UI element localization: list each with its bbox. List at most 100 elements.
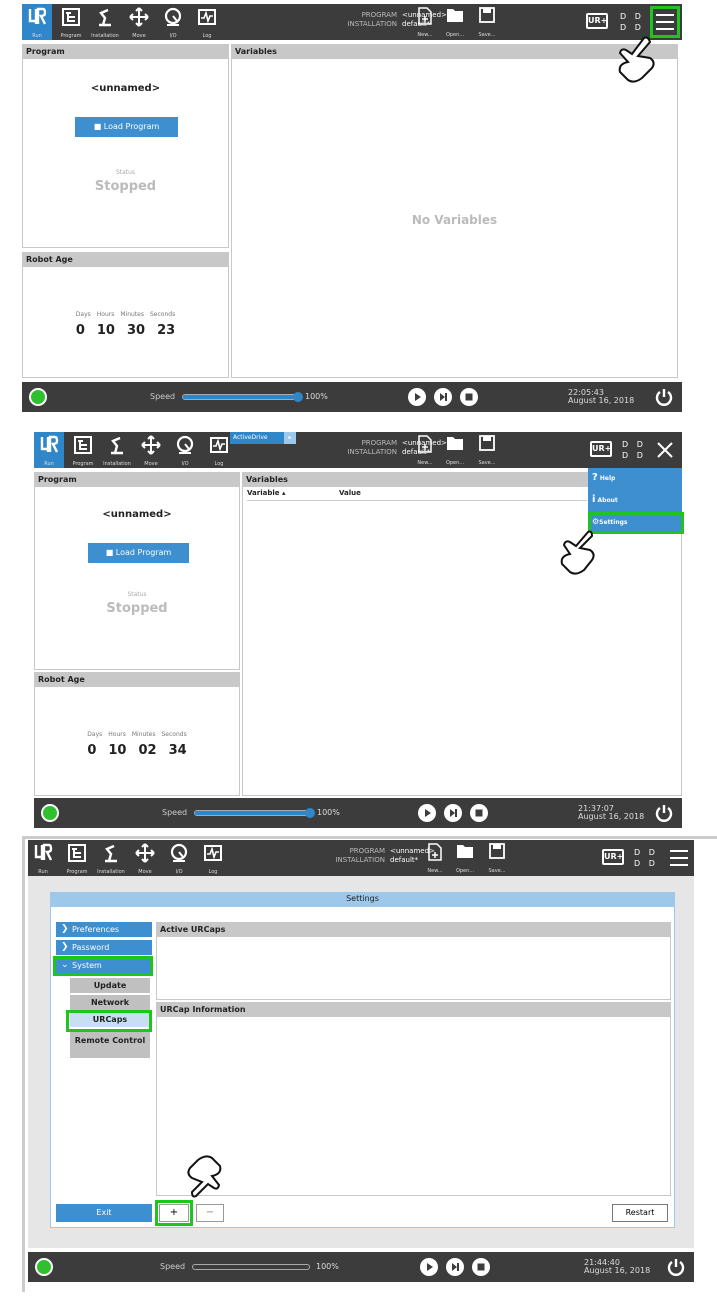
tab-installation[interactable]: Installation (102, 432, 132, 468)
move-arrows-icon (129, 7, 149, 27)
hamburger-menu-icon[interactable] (666, 846, 692, 870)
folder-icon (447, 9, 463, 22)
tab-io[interactable]: I/O (158, 4, 188, 40)
load-program-button[interactable]: ■ Load Program (75, 117, 178, 137)
tab-run[interactable]: Run (34, 432, 64, 468)
dd-indicator: D DD D (634, 848, 658, 868)
col-variable[interactable]: Variable ▴ (247, 489, 285, 497)
new-button[interactable]: New... (412, 7, 438, 39)
chevron-right-icon: ▸ (284, 432, 296, 444)
restart-button[interactable]: Restart (612, 1204, 668, 1222)
step-icon (452, 1263, 459, 1271)
power-icon[interactable] (654, 803, 674, 823)
remove-urcap-button[interactable]: − (196, 1204, 224, 1222)
tab-move[interactable]: Move (124, 4, 154, 40)
top-toolbar: Run Program Installation Move I/O Log PR… (22, 4, 682, 40)
urcaps-badge[interactable]: UR+ (586, 13, 608, 29)
robot-status-indicator[interactable] (29, 388, 47, 406)
nav-remote-control[interactable]: Remote Control (70, 1032, 150, 1058)
stop-button[interactable] (460, 388, 478, 406)
stop-button[interactable] (470, 804, 488, 822)
age-labels: Days Hours Minutes Seconds (75, 311, 176, 318)
speed-slider-knob[interactable] (293, 392, 303, 402)
clock: 21:44:40 August 16, 2018 (584, 1258, 651, 1275)
step-icon (440, 393, 447, 401)
variables-table-header: Variable ▴ Value (247, 489, 587, 501)
tab-move[interactable]: Move (136, 432, 166, 468)
tab-run[interactable]: Run (28, 840, 58, 876)
age-labels: Days Hours Minutes Seconds (87, 731, 187, 738)
nav-password[interactable]: ❯ Password (56, 940, 152, 955)
step-icon (450, 809, 457, 817)
screenshot-run-screen: Run Program Installation Move I/O Log PR… (0, 0, 717, 420)
col-value[interactable]: Value (339, 489, 361, 497)
play-button[interactable] (420, 1258, 438, 1276)
program-info-labels: PROGRAM INSTALLATION (335, 847, 385, 864)
close-icon[interactable] (654, 439, 676, 461)
pointing-hand-icon (560, 530, 595, 575)
play-button[interactable] (418, 804, 436, 822)
speed-slider[interactable] (192, 1264, 310, 1270)
step-button[interactable] (446, 1258, 464, 1276)
folder-icon (457, 845, 473, 858)
nav-network[interactable]: Network (70, 995, 150, 1010)
robot-age-panel: Days Hours Minutes Seconds 0 10 02 34 (34, 686, 240, 796)
ur-logo-icon (34, 843, 53, 861)
tab-program[interactable]: Program (62, 840, 92, 876)
robot-status-indicator[interactable] (35, 1258, 53, 1276)
highlight-system-box (53, 956, 153, 976)
tab-log[interactable]: Log (198, 840, 228, 876)
stop-button[interactable] (472, 1258, 490, 1276)
urcaps-badge[interactable]: UR+ (602, 849, 624, 865)
new-button[interactable]: New... (412, 435, 438, 467)
open-button[interactable]: Open... (442, 435, 468, 467)
tab-io[interactable]: I/O (170, 432, 200, 468)
robot-arm-icon (99, 8, 111, 27)
power-icon[interactable] (666, 1257, 686, 1277)
save-button[interactable]: Save... (474, 435, 500, 467)
move-arrows-icon (141, 435, 161, 455)
tab-io[interactable]: I/O (164, 840, 194, 876)
menu-item-about[interactable]: i About (592, 494, 618, 505)
tab-program[interactable]: Program (56, 4, 86, 40)
exit-button[interactable]: Exit (56, 1204, 152, 1222)
tab-move[interactable]: Move (130, 840, 160, 876)
menu-item-help[interactable]: ? Help (592, 472, 615, 483)
top-toolbar: Run Program Installation Move I/O Log PR… (28, 840, 694, 876)
urcaps-badge[interactable]: UR+ (590, 441, 612, 457)
folder-icon: ■ (105, 548, 116, 557)
tab-log[interactable]: Log (192, 4, 222, 40)
speed-slider-knob[interactable] (305, 808, 315, 818)
new-button[interactable]: New... (422, 843, 448, 875)
step-button[interactable] (444, 804, 462, 822)
chevron-right-icon: ❯ (61, 942, 69, 952)
power-icon[interactable] (654, 387, 674, 407)
play-button[interactable] (408, 388, 426, 406)
robot-arm-icon (111, 436, 123, 455)
active-urcaps-list (156, 936, 671, 1000)
program-info-labels: PROGRAM INSTALLATION (347, 11, 397, 28)
speed-slider[interactable] (182, 392, 303, 402)
speed-value: 100% (317, 808, 340, 817)
step-button[interactable] (434, 388, 452, 406)
io-icon (170, 843, 188, 862)
save-button[interactable]: Save... (484, 843, 510, 875)
open-button[interactable]: Open... (452, 843, 478, 875)
tab-installation[interactable]: Installation (90, 4, 120, 40)
program-panel: <unnamed> ■ Load Program Status Stopped (34, 486, 240, 670)
nav-update[interactable]: Update (70, 978, 150, 993)
tab-program[interactable]: Program (68, 432, 98, 468)
speed-slider[interactable] (194, 808, 315, 818)
activedrive-tab[interactable]: ActiveDrive ▸ (230, 432, 296, 444)
speed-label: Speed (150, 392, 176, 401)
nav-preferences[interactable]: ❯ Preferences (56, 922, 152, 937)
load-program-button[interactable]: ■ Load Program (88, 543, 189, 563)
robot-status-indicator[interactable] (41, 804, 59, 822)
save-button[interactable]: Save... (474, 7, 500, 39)
dd-indicator: D DD D (620, 12, 644, 32)
open-button[interactable]: Open... (442, 7, 468, 39)
robot-age-panel: Days Hours Minutes Seconds 0 10 30 23 (22, 266, 229, 378)
tab-installation[interactable]: Installation (96, 840, 126, 876)
new-file-icon (418, 435, 432, 453)
tab-run[interactable]: Run (22, 4, 52, 40)
